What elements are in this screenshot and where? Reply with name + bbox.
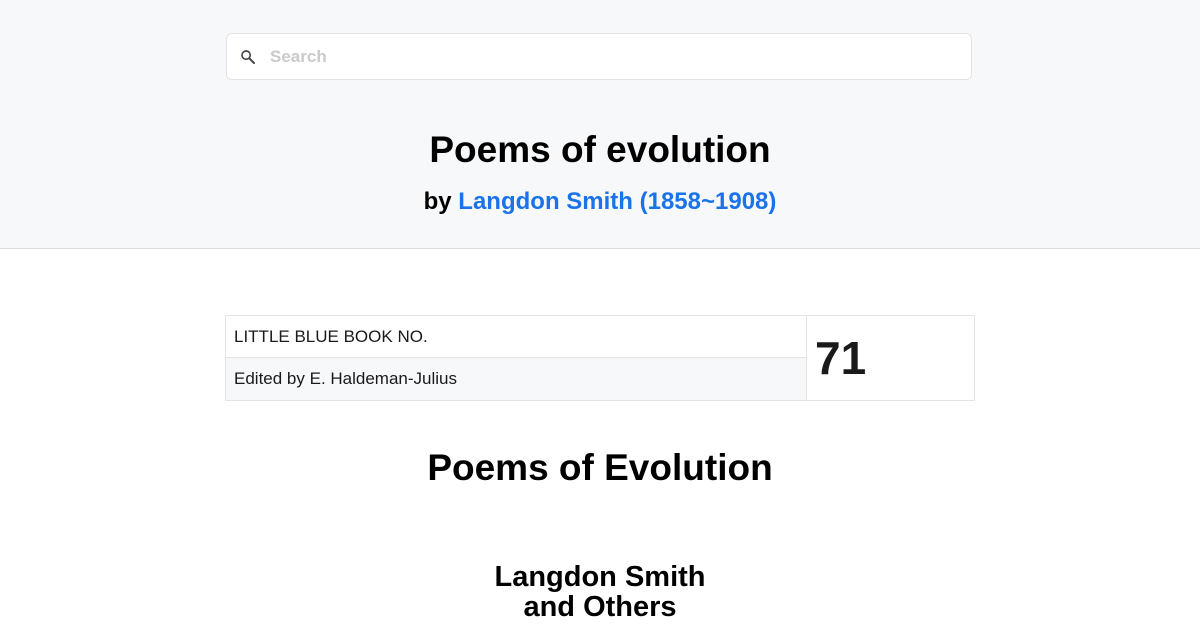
header: Poems of evolution by Langdon Smith (185… [0,0,1200,249]
editor-label: Edited by E. Haldeman-Julius [225,357,807,401]
table-row: LITTLE BLUE BOOK NO. 71 [225,315,975,401]
search-icon [239,48,257,66]
page-title: Poems of evolution [429,129,771,170]
book-info-table: LITTLE BLUE BOOK NO. 71 Edited by E. Hal… [225,315,975,401]
author-heading-line2: and Others [523,591,677,623]
author-heading-line1: Langdon Smith [494,561,706,593]
search-bar[interactable] [226,33,972,80]
series-label: LITTLE BLUE BOOK NO. [225,315,807,358]
byline: by Langdon Smith (1858~1908) [0,187,1200,217]
search-input[interactable] [270,34,960,79]
book-number: 71 [806,315,975,401]
author-heading: Langdon Smith and Others [0,562,1200,622]
content-title: Poems of Evolution [427,447,773,488]
byline-prefix: by [423,188,452,215]
author-link[interactable]: Langdon Smith (1858~1908) [458,188,776,215]
